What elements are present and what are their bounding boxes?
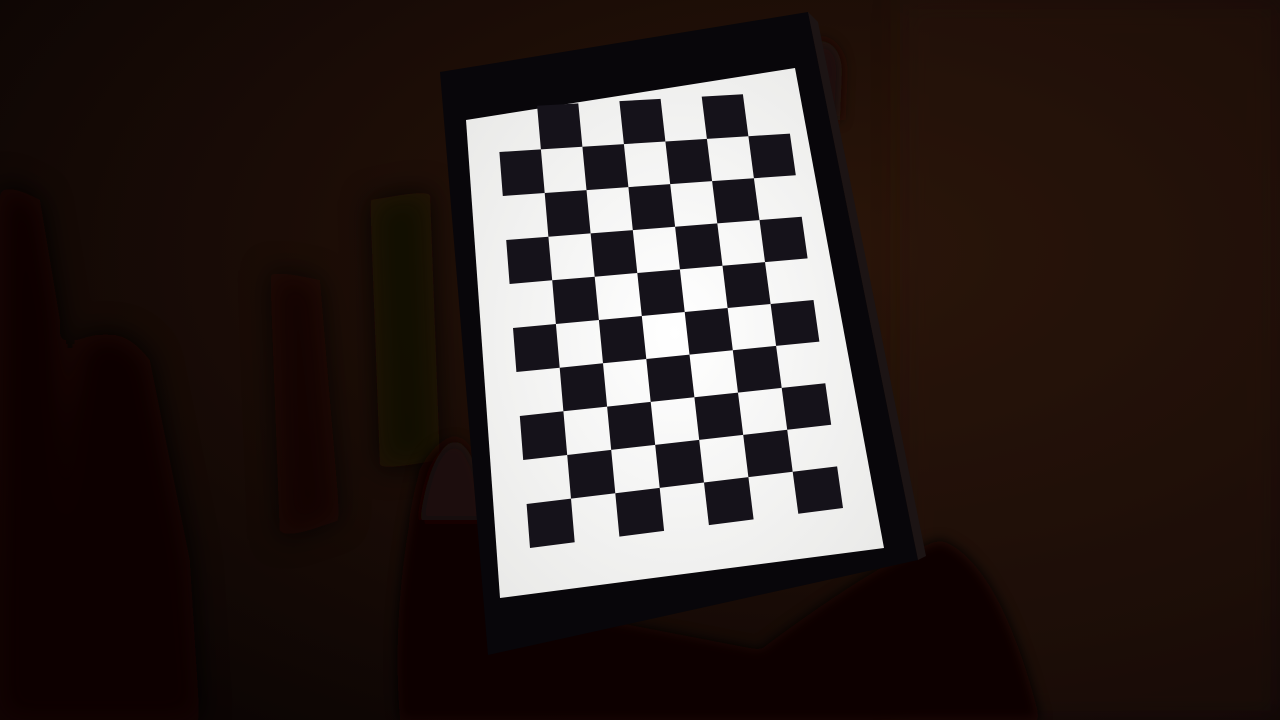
checker-square xyxy=(590,230,638,277)
checker-square xyxy=(628,184,676,231)
checker-square xyxy=(552,276,599,324)
checker-square xyxy=(704,477,754,526)
checker-square xyxy=(519,411,568,460)
photo-scene xyxy=(0,0,1280,720)
checker-square xyxy=(526,498,575,548)
checker-square xyxy=(646,354,695,402)
checker-square xyxy=(506,236,553,284)
checker-square xyxy=(694,392,744,440)
checker-square xyxy=(598,316,647,364)
checker-square xyxy=(637,269,685,316)
checker-square xyxy=(537,103,583,150)
checker-square xyxy=(619,98,666,145)
checker-square xyxy=(722,262,771,308)
checker-square xyxy=(684,308,733,355)
checker-square xyxy=(513,324,560,372)
checker-square xyxy=(615,487,665,537)
checker-square xyxy=(675,223,723,270)
checker-square xyxy=(665,138,713,185)
checker-square xyxy=(567,449,616,499)
checker-square xyxy=(559,363,608,412)
checker-square xyxy=(544,190,591,237)
checker-square xyxy=(701,94,749,139)
checker-square xyxy=(732,345,782,393)
checker-square xyxy=(759,216,808,263)
checker-square xyxy=(582,144,629,191)
checker-square xyxy=(743,429,793,478)
checker-square xyxy=(748,133,796,179)
checker-square xyxy=(607,401,656,450)
checker-square xyxy=(792,466,843,514)
checker-square xyxy=(655,439,704,488)
checker-square xyxy=(499,149,545,196)
checker-square xyxy=(770,300,820,346)
photo-canvas xyxy=(0,0,1280,720)
checker-square xyxy=(781,383,832,430)
checker-square xyxy=(712,178,760,224)
